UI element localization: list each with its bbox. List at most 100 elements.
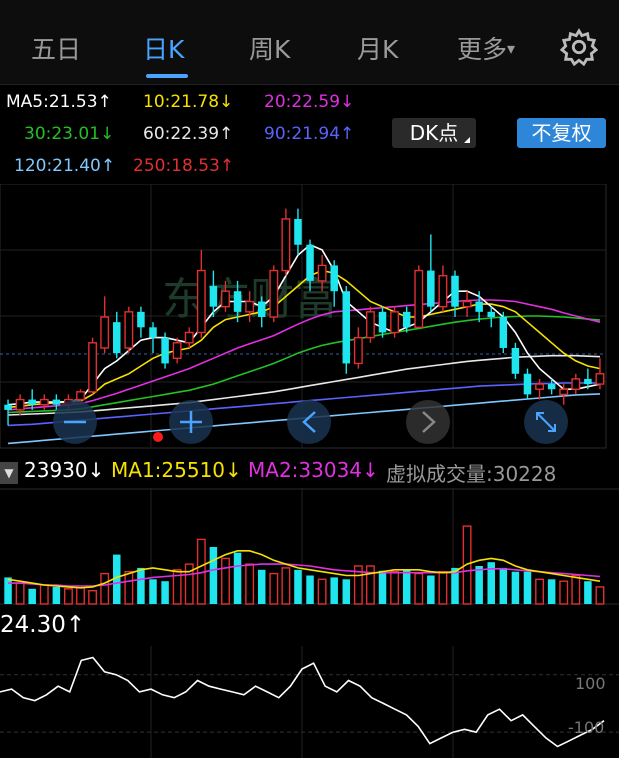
volume-chart[interactable] — [0, 488, 619, 606]
candle-body — [487, 311, 495, 317]
candle-body — [342, 291, 351, 364]
fullscreen-button[interactable] — [524, 400, 568, 444]
volume-bar — [137, 567, 145, 604]
volume-bar — [15, 582, 25, 605]
volume-ma2-value: MA2:33034 — [248, 458, 363, 482]
ma120-trend-arrow: ↑ — [100, 156, 116, 176]
volume-ma2-arrow: ↓ — [362, 458, 379, 482]
indicator-grid — [0, 646, 619, 758]
scroll-right-button[interactable] — [406, 400, 450, 444]
volume-bar — [390, 570, 400, 605]
indicator-trend-arrow: ↑ — [65, 612, 86, 638]
candle-body — [462, 300, 472, 308]
volume-bar — [100, 572, 110, 605]
volume-bar — [317, 578, 327, 605]
candle-body — [209, 286, 218, 307]
volume-bar — [124, 570, 134, 605]
candle-body — [88, 342, 98, 393]
candle-body — [475, 301, 483, 312]
volume-bar — [257, 569, 266, 604]
ma10-label: 10:21.78↓ — [143, 92, 233, 112]
volume-bar — [595, 586, 605, 605]
volume-bar — [342, 579, 351, 604]
candle-body — [113, 322, 121, 354]
volume-value: 23930 — [24, 458, 88, 482]
volume-bar — [233, 552, 242, 604]
volume-bar — [571, 574, 581, 605]
ma10-value: 10:21.78 — [143, 92, 220, 112]
volume-bar — [281, 567, 291, 605]
ma30-label: 30:23.01↓ — [24, 124, 114, 144]
volume-bar — [161, 581, 169, 604]
volume-bar — [63, 588, 73, 605]
ma10-trend-arrow: ↓ — [219, 92, 234, 112]
volume-bar — [511, 571, 520, 604]
candle-body — [451, 275, 459, 307]
ma5-trend-arrow: ↑ — [97, 92, 112, 112]
event-marker-dot[interactable] — [153, 432, 163, 442]
ma5-value: MA5:21.53 — [6, 92, 98, 112]
gear-icon[interactable] — [560, 28, 598, 66]
candle-body — [365, 311, 375, 339]
candle-body — [100, 316, 110, 349]
volume-ma1-label: MA1:25510↓ — [111, 458, 242, 482]
tab-more-label: 更多 — [457, 35, 508, 64]
candle-body — [76, 391, 85, 401]
legend-dropdown-icon[interactable]: ▼ — [0, 462, 18, 484]
dk-point-label: DK点 — [409, 121, 459, 145]
volume-bar — [438, 570, 448, 605]
candle-body — [28, 399, 36, 405]
tab-weekly-k[interactable]: 周K — [249, 30, 290, 66]
volume-bar — [584, 581, 592, 604]
kline-chart[interactable]: 东方财富 — [0, 184, 619, 450]
candle-body — [269, 269, 279, 318]
indicator-value: 24.30 — [0, 612, 66, 638]
ma250-value: 250:18.53 — [133, 156, 220, 176]
candle-body — [281, 218, 291, 272]
candle-body — [15, 398, 25, 411]
volume-bar — [402, 569, 411, 604]
tab-daily-k[interactable]: 日K — [143, 30, 184, 66]
candle-body — [124, 311, 134, 349]
candle-body — [257, 301, 266, 317]
volume-bar — [523, 571, 532, 604]
ma20-trend-arrow: ↓ — [340, 92, 355, 112]
candle-body — [306, 244, 314, 281]
volume-ma2-label: MA2:33034↓ — [248, 458, 379, 482]
ma20-label: 20:22.59↓ — [264, 92, 354, 112]
volume-ma1-arrow: ↓ — [225, 458, 242, 482]
volume-ma2-path — [8, 563, 601, 587]
volume-bar — [221, 557, 230, 605]
zoom-in-button[interactable] — [169, 400, 213, 444]
active-tab-indicator — [146, 74, 188, 78]
tab-more[interactable]: 更多▾ — [457, 30, 515, 66]
candle-body — [330, 265, 338, 292]
candle-body — [149, 327, 157, 338]
dk-point-button[interactable]: DK点 — [392, 118, 476, 148]
ma60-trend-arrow: ↑ — [219, 124, 234, 144]
scroll-left-button[interactable] — [287, 400, 331, 444]
candle-body — [414, 269, 424, 329]
tab-five-day[interactable]: 五日 — [31, 30, 81, 66]
candle-body — [547, 384, 556, 390]
volume-bar — [547, 579, 556, 604]
ma250-trend-arrow: ↑ — [219, 156, 235, 176]
indicator-chart[interactable] — [0, 646, 619, 758]
indicator-value-label: 24.30↑ — [0, 612, 85, 638]
chevron-down-icon: ▾ — [507, 39, 516, 58]
volume-bar — [306, 575, 314, 604]
candle-body — [511, 347, 520, 374]
volume-bar — [245, 563, 255, 605]
ma5-label: MA5:21.53↑ — [6, 92, 112, 112]
volume-trend-arrow: ↓ — [87, 458, 105, 482]
candle-body — [559, 388, 569, 396]
volume-bar — [559, 580, 569, 605]
candle-body — [571, 378, 581, 390]
volume-bar — [4, 577, 12, 604]
tab-monthly-k[interactable]: 月K — [357, 30, 398, 66]
zoom-out-button[interactable] — [53, 400, 97, 444]
candle-body — [378, 311, 387, 333]
ma120-label: 120:21.40↑ — [14, 156, 115, 176]
no-adjust-button[interactable]: 不复权 — [517, 118, 606, 148]
candle-body — [535, 383, 545, 390]
